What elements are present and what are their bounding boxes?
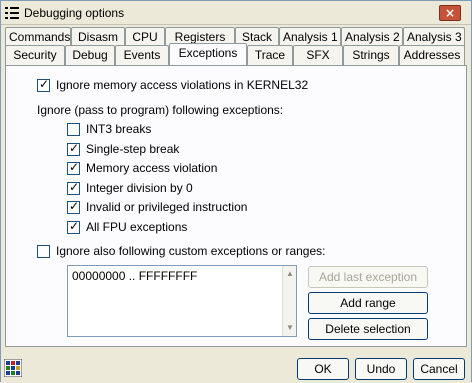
checkbox-box[interactable] — [67, 122, 80, 136]
custom-exceptions-label: Ignore also following custom exceptions … — [56, 244, 326, 258]
tab-analysis-1[interactable]: Analysis 1 — [279, 27, 341, 47]
checkbox-box[interactable]: ✓ — [67, 159, 80, 175]
menu-list-icon[interactable] — [5, 6, 19, 20]
dialog-footer: OK Undo Cancel — [1, 355, 471, 383]
checkbox-box[interactable]: ✓ — [67, 179, 80, 195]
tab-analysis-3[interactable]: Analysis 3 — [403, 27, 465, 47]
memory-access-label: Memory access violation — [86, 161, 218, 175]
cancel-button[interactable]: Cancel — [413, 358, 465, 380]
integer-division-label: Integer division by 0 — [86, 181, 193, 195]
color-grid-icon[interactable] — [4, 359, 22, 377]
checkbox-box[interactable]: ✓ — [37, 76, 50, 92]
ok-button[interactable]: OK — [297, 358, 349, 380]
delete-selection-button[interactable]: Delete selection — [308, 318, 428, 340]
fpu-exceptions-checkbox[interactable]: ✓ All FPU exceptions — [67, 218, 188, 234]
tab-analysis-2[interactable]: Analysis 2 — [341, 27, 403, 47]
check-icon: ✓ — [39, 76, 50, 91]
tab-trace[interactable]: Trace — [247, 45, 293, 65]
add-range-button[interactable]: Add range — [308, 292, 428, 314]
int3-breaks-label: INT3 breaks — [86, 122, 152, 136]
undo-button[interactable]: Undo — [355, 358, 407, 380]
tab-debug[interactable]: Debug — [65, 45, 115, 65]
title-bar[interactable]: Debugging options × — [1, 1, 471, 25]
debugging-options-window: Debugging options × Commands Disasm CPU … — [0, 0, 472, 383]
fpu-exceptions-label: All FPU exceptions — [86, 220, 188, 234]
check-icon: ✓ — [69, 140, 80, 155]
tab-commands[interactable]: Commands — [5, 27, 71, 47]
invalid-instruction-checkbox[interactable]: ✓ Invalid or privileged instruction — [67, 198, 248, 214]
invalid-instruction-label: Invalid or privileged instruction — [86, 200, 248, 214]
tab-disasm[interactable]: Disasm — [71, 27, 125, 47]
single-step-label: Single-step break — [86, 142, 180, 156]
single-step-checkbox[interactable]: ✓ Single-step break — [67, 140, 180, 156]
ignore-kernel32-checkbox[interactable]: ✓ Ignore memory access violations in KER… — [37, 76, 309, 92]
list-item[interactable]: 00000000 .. FFFFFFFF — [72, 269, 197, 283]
add-last-exception-button[interactable]: Add last exception — [308, 266, 428, 288]
int3-breaks-checkbox[interactable]: INT3 breaks — [67, 122, 151, 136]
custom-exceptions-checkbox[interactable]: Ignore also following custom exceptions … — [37, 244, 325, 258]
tab-cpu[interactable]: CPU — [125, 27, 165, 47]
checkbox-box[interactable]: ✓ — [67, 218, 80, 234]
tab-security[interactable]: Security — [5, 45, 65, 65]
tab-row-2: Security Debug Events Exceptions Trace S… — [5, 43, 467, 65]
check-icon: ✓ — [69, 179, 80, 194]
tab-sfx[interactable]: SFX — [293, 45, 343, 65]
ignore-group-label: Ignore (pass to program) following excep… — [37, 103, 284, 117]
integer-division-checkbox[interactable]: ✓ Integer division by 0 — [67, 179, 193, 195]
checkbox-box[interactable]: ✓ — [67, 198, 80, 214]
check-icon: ✓ — [69, 159, 80, 174]
check-icon: ✓ — [69, 198, 80, 213]
close-button[interactable]: × — [439, 5, 461, 21]
check-icon: ✓ — [69, 218, 80, 233]
window-title: Debugging options — [24, 6, 125, 20]
tab-strings[interactable]: Strings — [343, 45, 399, 65]
tab-events[interactable]: Events — [115, 45, 169, 65]
ignore-kernel32-label: Ignore memory access violations in KERNE… — [56, 78, 309, 92]
tab-exceptions[interactable]: Exceptions — [169, 43, 247, 65]
close-icon: × — [444, 6, 456, 20]
checkbox-box[interactable] — [37, 244, 50, 258]
list-scrollbar[interactable]: ▲ ▼ — [282, 266, 296, 336]
checkbox-box[interactable]: ✓ — [67, 140, 80, 156]
tab-addresses[interactable]: Addresses — [399, 45, 465, 65]
scroll-up-icon[interactable]: ▲ — [286, 269, 294, 278]
exception-ranges-list[interactable]: 00000000 .. FFFFFFFF ▲ ▼ — [67, 265, 297, 337]
memory-access-checkbox[interactable]: ✓ Memory access violation — [67, 159, 218, 175]
scroll-down-icon[interactable]: ▼ — [286, 323, 294, 332]
